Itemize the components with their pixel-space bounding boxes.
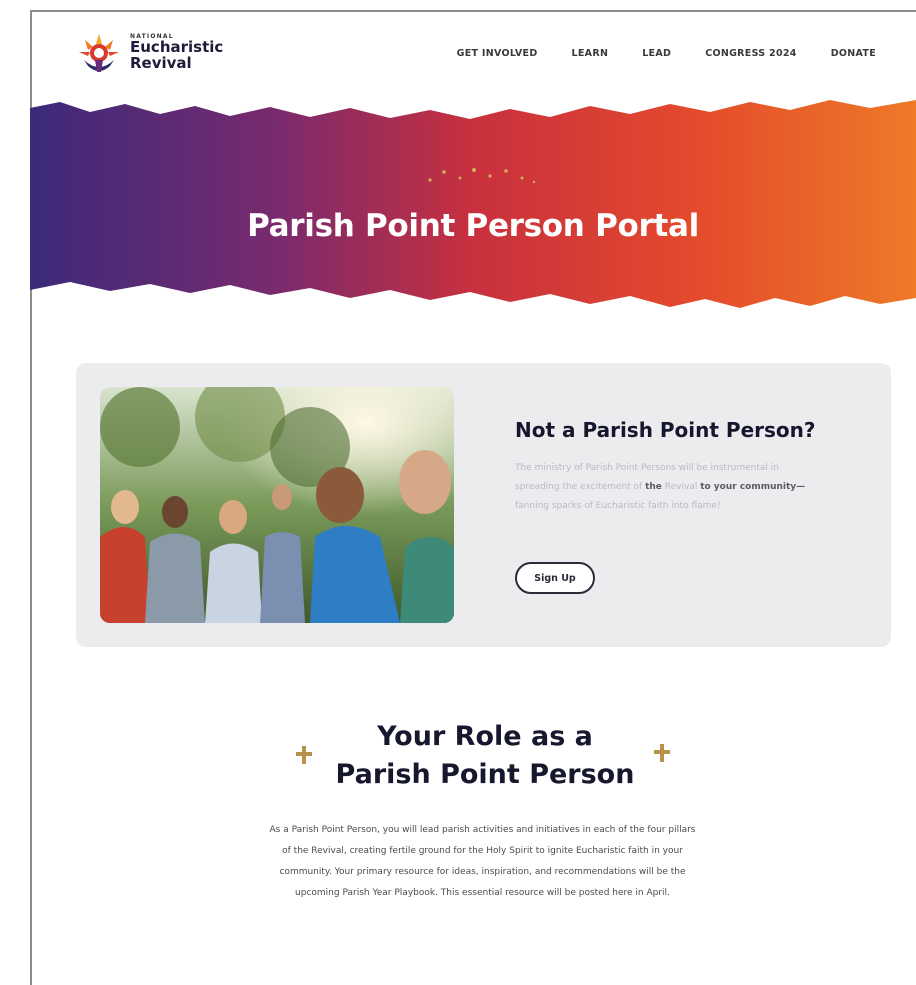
nav-lead[interactable]: LEAD (642, 48, 671, 59)
card-body-line-1: The ministry of Parish Point Persons wil… (515, 463, 779, 473)
card-body-line-3: fanning sparks of Eucharistic faith into… (515, 501, 721, 511)
section-body: As a Parish Point Person, you will lead … (205, 820, 760, 904)
card-body-2d: to your community— (700, 482, 806, 492)
card-body-2a: spreading the excitement of (515, 482, 646, 492)
card-description: The ministry of Parish Point Persons wil… (515, 459, 865, 516)
sparkle-dots-icon (428, 168, 536, 184)
nav-donate[interactable]: DONATE (831, 48, 876, 59)
card-title: Not a Parish Point Person? (515, 418, 816, 442)
card-body-2c: Revival (661, 482, 701, 492)
page-title: Parish Point Person Portal (247, 208, 699, 244)
section-title-line-2: Parish Point Person (335, 759, 635, 790)
card-body-line-2: spreading the excitement of the Revival … (515, 478, 865, 497)
sign-up-button[interactable]: Sign Up (515, 562, 595, 594)
section-body-line-4: upcoming Parish Year Playbook. This esse… (295, 888, 670, 898)
promo-card: Not a Parish Point Person? The ministry … (76, 363, 891, 647)
section-body-line-3: community. Your primary resource for ide… (279, 867, 686, 877)
torn-paper-band (30, 100, 916, 308)
logo-line-2: Revival (130, 54, 192, 73)
nav-get-involved[interactable]: GET INVOLVED (457, 48, 538, 59)
hero-banner: Parish Point Person Portal (30, 90, 916, 318)
card-body-2b: the (645, 482, 662, 492)
main-nav: GET INVOLVED LEARN LEAD CONGRESS 2024 DO… (457, 48, 876, 59)
site-logo[interactable]: NATIONAL Eucharistic Revival (76, 30, 223, 76)
section-body-line-1: As a Parish Point Person, you will lead … (269, 825, 696, 835)
sunburst-monstrance-icon (77, 31, 121, 75)
nav-congress-2024[interactable]: CONGRESS 2024 (705, 48, 797, 59)
nav-learn[interactable]: LEARN (572, 48, 609, 59)
section-title: Your Role as a Parish Point Person (250, 718, 720, 794)
section-title-line-1: Your Role as a (377, 721, 593, 752)
section-body-line-2: of the Revival, creating fertile ground … (282, 846, 683, 856)
group-photo (100, 387, 454, 623)
